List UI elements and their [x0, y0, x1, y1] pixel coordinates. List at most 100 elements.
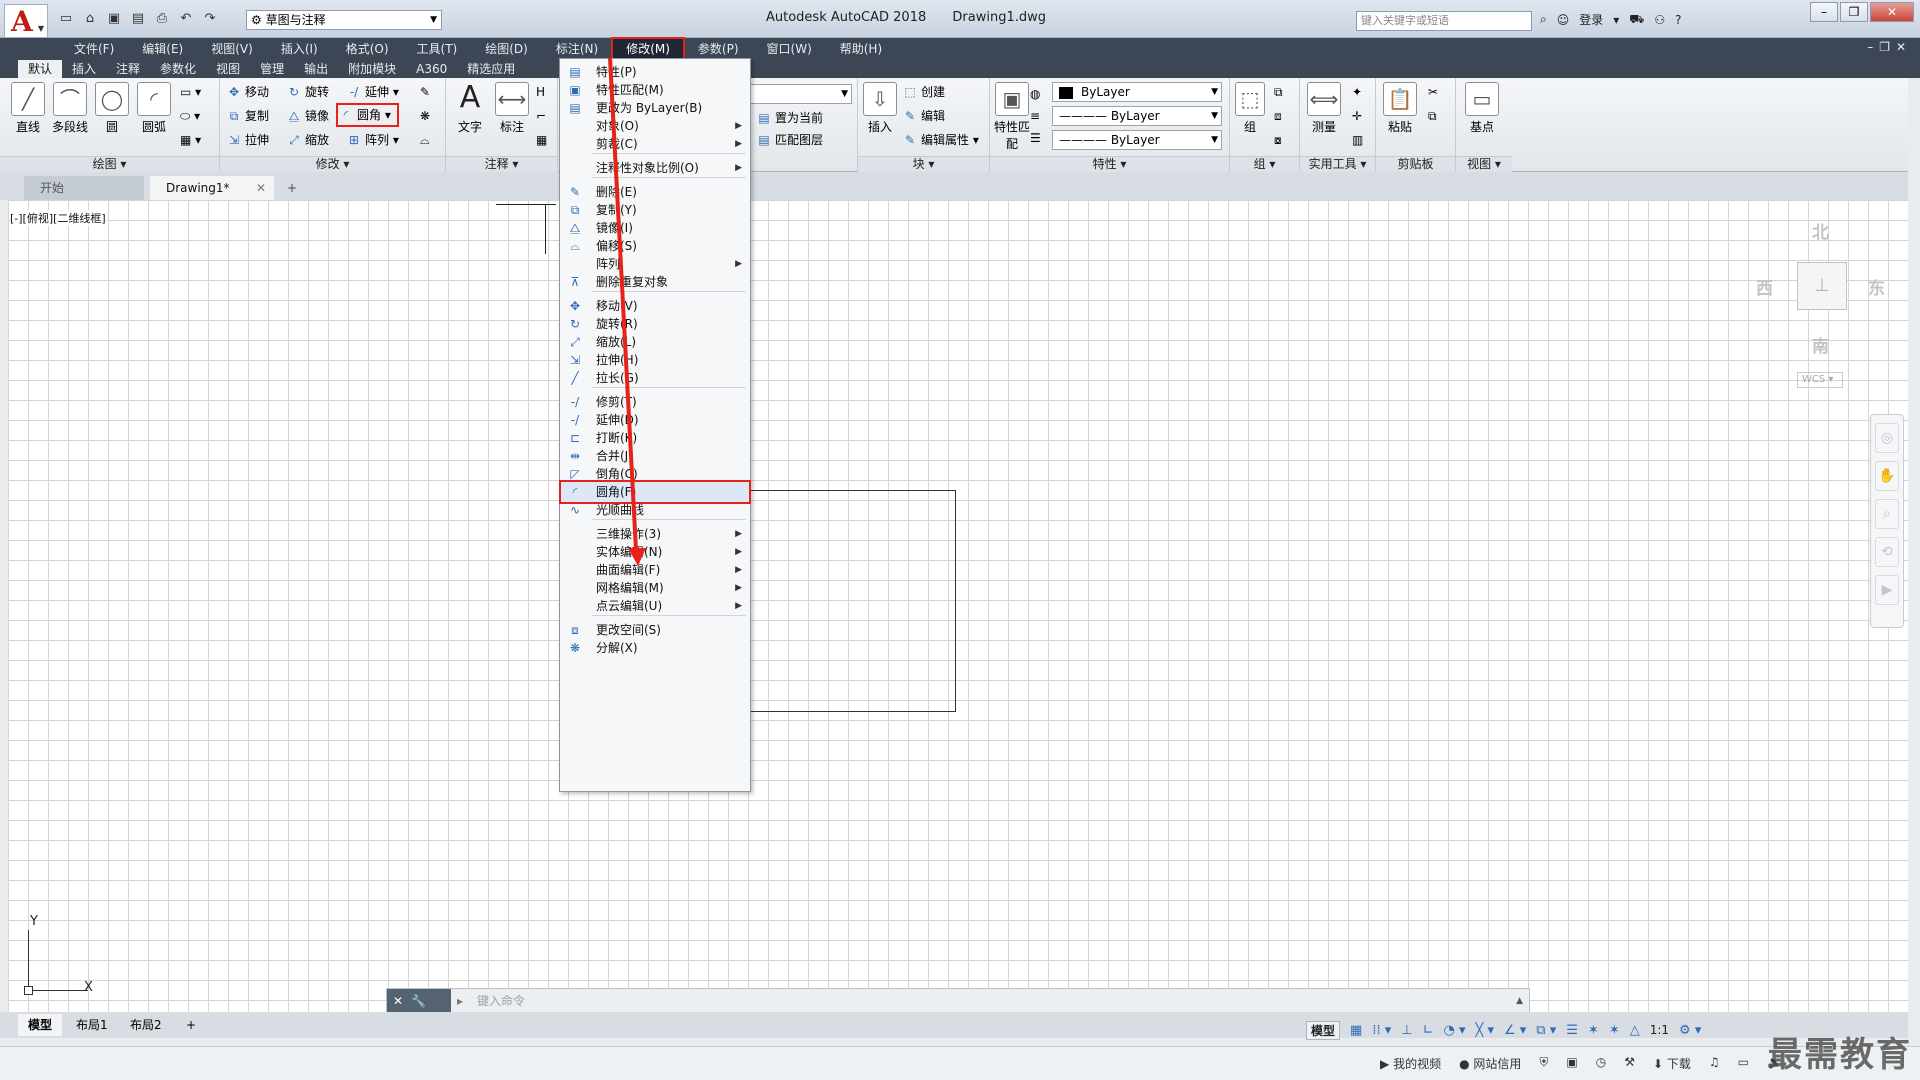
cart-icon[interactable]: ⛟ [1629, 12, 1644, 28]
menu-item-8[interactable]: 修改(M) [611, 37, 685, 61]
line-button[interactable]: ╱ 直线 [8, 82, 48, 135]
modify-menu-item-4[interactable]: 剪裁(C) ▶ [560, 133, 750, 155]
modify-menu-item-11[interactable]: ⊼ 删除重复对象 [560, 271, 750, 293]
rectangle-icon[interactable]: ▭ ▾ [180, 82, 201, 102]
minimize-button[interactable]: – [1810, 2, 1838, 22]
screen-icon[interactable]: ▭ [1738, 1055, 1749, 1072]
polyline-button[interactable]: ⌒ 多段线 [50, 82, 90, 135]
annotation-scale-value[interactable]: 1:1 [1650, 1023, 1669, 1037]
orbit-icon[interactable]: ⟲ [1875, 537, 1899, 567]
auto-scale-icon[interactable]: ✶ [1609, 1023, 1620, 1038]
panel-block-title[interactable]: 块 ▾ [858, 156, 989, 172]
selection-cycling-icon[interactable]: ⧉ ▾ [1536, 1023, 1556, 1038]
drawn-rectangle[interactable] [748, 490, 956, 712]
tools-icon[interactable]: ⚒ [1624, 1055, 1635, 1072]
fillet-button[interactable]: ◜ 圆角 ▾ [336, 103, 399, 127]
edit-block-button[interactable]: ✎ 编辑 [902, 106, 945, 126]
menu-item-9[interactable]: 参数(P) [684, 38, 753, 60]
lineweight-select[interactable]: ———— ByLayer ▼ [1052, 130, 1222, 150]
new-file-icon[interactable]: ▭ [56, 10, 76, 28]
help-icon[interactable]: ? [1675, 13, 1681, 27]
save-as-icon[interactable]: ▤ [128, 10, 148, 28]
site-credit-link[interactable]: ● 网站信用 [1459, 1055, 1521, 1072]
modify-menu-item-5[interactable]: 注释性对象比例(O) ▶ [560, 157, 750, 179]
login-link[interactable]: 登录 [1579, 11, 1603, 28]
copy-clip-icon[interactable]: ⧉ [1428, 106, 1437, 126]
grid-icon[interactable]: ▦ [1350, 1023, 1362, 1038]
save-icon[interactable]: ▣ [104, 10, 124, 28]
menu-item-11[interactable]: 帮助(H) [826, 38, 896, 60]
viewcube-top-face[interactable]: ⊥ [1797, 262, 1847, 310]
ortho-icon[interactable]: ∟ [1423, 1023, 1434, 1038]
layout-tab-1[interactable]: 布局1 [66, 1014, 118, 1036]
settings-icon[interactable]: ⚙ ▾ [1679, 1023, 1701, 1038]
panel-view-title[interactable]: 视图 ▾ [1456, 156, 1512, 172]
osnap-icon[interactable]: ╳ ▾ [1476, 1023, 1494, 1038]
ribbon-tab-3[interactable]: 参数化 [150, 60, 206, 78]
explode-icon[interactable]: ❋ [420, 106, 430, 126]
modify-menu-item-16[interactable]: ╱ 拉长(G) [560, 367, 750, 389]
panel-groups-title[interactable]: 组 ▾ [1230, 156, 1299, 172]
ribbon-tab-9[interactable]: 精选应用 [457, 60, 525, 78]
multileader-icon[interactable]: ⌐ [536, 106, 546, 126]
move-button[interactable]: ✥ 移动 [226, 82, 269, 102]
application-menu-button[interactable]: A ▼ [4, 4, 48, 38]
panel-annotation-title[interactable]: 注释 ▾ [446, 156, 557, 172]
paste-button[interactable]: 📋 粘贴 [1380, 82, 1420, 135]
search-input[interactable]: 键入关键字或短语 [1356, 11, 1532, 31]
viewcube-east[interactable]: 东 [1868, 274, 1885, 299]
text-button[interactable]: A 文字 [450, 82, 490, 135]
group-select-icon[interactable]: ⧇ [1274, 130, 1282, 150]
viewcube-south[interactable]: 南 [1812, 332, 1829, 357]
point-icon[interactable]: ✛ [1352, 106, 1362, 126]
viewcube-west[interactable]: 西 [1756, 274, 1773, 299]
workspace-select[interactable]: ⚙ 草图与注释 ▼ [246, 10, 442, 30]
annotation-scale-icon[interactable]: △ [1630, 1023, 1640, 1038]
ungroup-icon[interactable]: ⧉ [1274, 82, 1283, 102]
menu-item-2[interactable]: 视图(V) [197, 38, 267, 60]
tab-start[interactable]: 开始 [24, 176, 144, 200]
viewcube-north[interactable]: 北 [1812, 218, 1829, 243]
ribbon-tab-0[interactable]: 默认 [18, 60, 63, 78]
showmotion-icon[interactable]: ▶ [1875, 575, 1899, 605]
circle-button[interactable]: ◯ 圆 [92, 82, 132, 135]
rotate-button[interactable]: ↻ 旋转 [286, 82, 329, 102]
new-tab-button[interactable]: + [280, 176, 304, 200]
print-icon[interactable]: ⎙ [152, 10, 172, 28]
match-layer[interactable]: ▤ 匹配图层 [756, 130, 823, 150]
menu-item-0[interactable]: 文件(F) [60, 38, 128, 60]
ribbon-tab-8[interactable]: A360 [406, 60, 457, 78]
mirror-button[interactable]: ⧋ 镜像 [286, 106, 329, 126]
exchange-icon[interactable]: ⚇ [1654, 13, 1665, 27]
headphones-icon[interactable]: ♫ [1709, 1055, 1720, 1072]
layer-select[interactable]: ▼ [750, 84, 852, 104]
ribbon-tab-5[interactable]: 管理 [250, 60, 294, 78]
menu-item-4[interactable]: 格式(O) [332, 38, 403, 60]
set-current-layer[interactable]: ▤ 置为当前 [756, 108, 823, 128]
tab-drawing1[interactable]: Drawing1* ✕ [150, 176, 274, 200]
panel-draw-title[interactable]: 绘图 ▾ [0, 156, 219, 172]
shield-icon[interactable]: ⛨ [1539, 1055, 1548, 1072]
offset-icon[interactable]: ⌓ [420, 130, 430, 150]
dimension-button[interactable]: ⟷ 标注 [492, 82, 532, 135]
speed-icon[interactable]: ◷ [1596, 1055, 1606, 1072]
menu-item-3[interactable]: 插入(I) [267, 38, 332, 60]
menu-item-6[interactable]: 绘图(D) [471, 38, 542, 60]
match-properties-button[interactable]: ▣ 特性匹配 [992, 82, 1032, 152]
binoculars-icon[interactable]: ⌕ [1540, 12, 1547, 27]
polar-icon[interactable]: ◔ ▾ [1443, 1023, 1465, 1038]
pan-icon[interactable]: ✋ [1875, 461, 1899, 491]
group-edit-icon[interactable]: ⧈ [1274, 106, 1282, 126]
drawing-canvas[interactable] [8, 200, 1908, 1012]
viewport-controls-label[interactable]: [-][俯视][二维线框] [10, 210, 106, 226]
document-window-controls[interactable]: –❐✕ [1867, 40, 1912, 54]
array-button[interactable]: ⊞ 阵列 ▾ [346, 130, 399, 150]
close-tab-icon[interactable]: ✕ [256, 176, 266, 200]
erase-icon[interactable]: ✎ [420, 82, 430, 102]
maximize-button[interactable]: ❐ [1840, 2, 1868, 22]
panel-utilities-title[interactable]: 实用工具 ▾ [1300, 156, 1375, 172]
calculator-icon[interactable]: ▥ [1352, 130, 1363, 150]
chevron-down-icon[interactable]: ▾ [1613, 13, 1619, 27]
stretch-button[interactable]: ⇲ 拉伸 [226, 130, 269, 150]
angle-icon[interactable]: ∠ ▾ [1504, 1023, 1526, 1038]
